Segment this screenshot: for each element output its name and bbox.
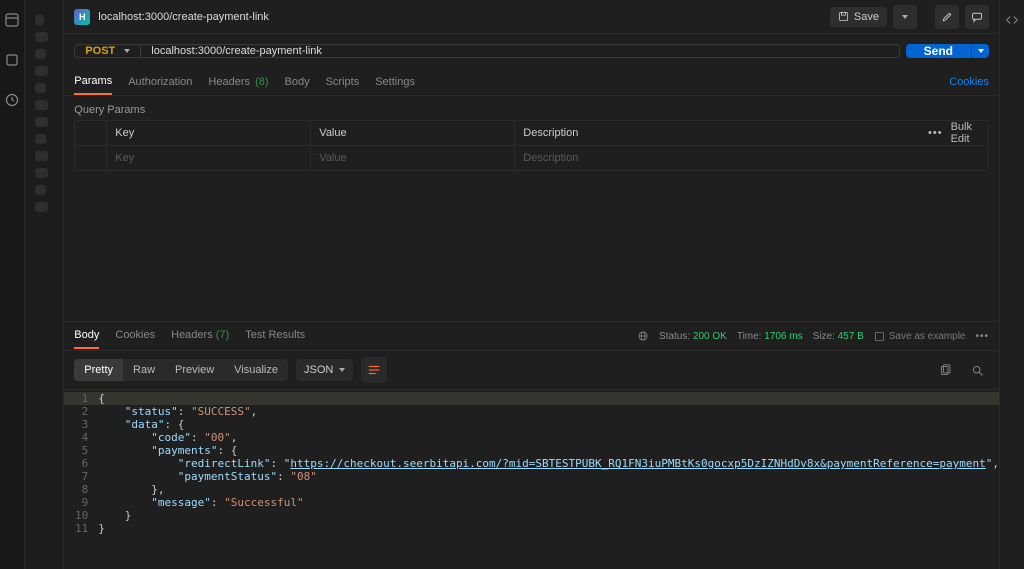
tab-authorization[interactable]: Authorization	[128, 70, 192, 94]
tab-body[interactable]: Body	[285, 70, 310, 94]
collections-icon	[4, 12, 20, 28]
comment-icon	[971, 11, 983, 23]
secondary-panel	[25, 0, 64, 569]
view-visualize[interactable]: Visualize	[224, 359, 288, 381]
view-raw[interactable]: Raw	[123, 359, 165, 381]
search-response-button[interactable]	[965, 358, 989, 382]
tab-settings[interactable]: Settings	[375, 70, 415, 94]
box-icon	[4, 52, 20, 68]
query-params-title: Query Params	[64, 96, 999, 120]
param-key-input[interactable]: Key	[107, 146, 311, 170]
col-description: Description	[515, 121, 928, 145]
param-value-input[interactable]: Value	[311, 146, 515, 170]
url-input[interactable]	[141, 45, 898, 57]
tab-headers[interactable]: Headers (8)	[208, 70, 268, 94]
resp-tab-cookies[interactable]: Cookies	[115, 323, 155, 349]
chevron-down-icon	[978, 49, 984, 53]
method-value: POST	[85, 45, 115, 57]
pencil-icon	[941, 11, 953, 23]
tab-params[interactable]: Params	[74, 69, 112, 95]
request-row: POST Send	[64, 34, 999, 68]
copy-icon	[939, 364, 952, 377]
response-header: Body Cookies Headers (7) Test Results St…	[64, 321, 999, 351]
wrap-icon	[367, 363, 381, 377]
bulk-edit-link[interactable]: Bulk Edit	[951, 121, 980, 145]
rail-collections[interactable]	[0, 8, 24, 32]
save-icon	[838, 11, 849, 22]
save-as-example-button[interactable]: Save as example	[874, 331, 966, 342]
viewer-controls: Pretty Raw Preview Visualize JSON	[64, 351, 999, 390]
save-button[interactable]: Save	[830, 7, 887, 27]
view-preview[interactable]: Preview	[165, 359, 224, 381]
tab-strip: H localhost:3000/create-payment-link Sav…	[64, 0, 999, 34]
wrap-lines-button[interactable]	[361, 357, 387, 383]
save-icon	[874, 331, 885, 342]
globe-icon	[637, 330, 649, 342]
more-icon[interactable]: •••	[928, 127, 943, 139]
search-icon	[971, 364, 984, 377]
method-select[interactable]: POST	[75, 45, 141, 57]
view-pretty[interactable]: Pretty	[74, 359, 123, 381]
resp-tab-test-results[interactable]: Test Results	[245, 323, 305, 349]
response-body-code[interactable]: 1{2 "status": "SUCCESS",3 "data": {4 "co…	[64, 390, 999, 569]
param-description-input[interactable]: Description	[515, 146, 928, 170]
query-params-table: Key Value Description ••• Bulk Edit Key …	[74, 120, 989, 171]
request-tabs: Params Authorization Headers (8) Body Sc…	[64, 68, 999, 96]
code-snippet-button[interactable]	[1000, 8, 1024, 32]
tab-scripts[interactable]: Scripts	[326, 70, 360, 94]
send-dropdown[interactable]	[971, 44, 989, 58]
save-label: Save	[854, 11, 879, 23]
rail-environments[interactable]	[0, 48, 24, 72]
edit-button[interactable]	[935, 5, 959, 29]
save-dropdown[interactable]	[893, 5, 917, 29]
tab-headers-count: (8)	[255, 76, 268, 88]
chevron-down-icon	[339, 368, 345, 372]
tab-headers-label: Headers	[208, 76, 250, 88]
send-button[interactable]: Send	[906, 44, 971, 58]
comments-button[interactable]	[965, 5, 989, 29]
right-rail	[999, 0, 1024, 569]
rail-history[interactable]	[0, 88, 24, 112]
col-value: Value	[311, 121, 515, 145]
chevron-down-icon	[124, 49, 130, 53]
left-rail	[0, 0, 25, 569]
language-select[interactable]: JSON	[296, 359, 353, 381]
tab-title: localhost:3000/create-payment-link	[98, 11, 269, 23]
resp-tab-body[interactable]: Body	[74, 323, 99, 349]
resp-tab-headers[interactable]: Headers (7)	[171, 323, 229, 349]
main-area: H localhost:3000/create-payment-link Sav…	[64, 0, 999, 569]
request-cookies-link[interactable]: Cookies	[949, 76, 989, 88]
response-more-icon[interactable]: •••	[975, 331, 989, 342]
http-badge-icon: H	[74, 9, 90, 25]
col-key: Key	[107, 121, 311, 145]
code-icon	[1005, 13, 1019, 27]
clock-icon	[4, 92, 20, 108]
chevron-down-icon	[902, 15, 908, 19]
copy-response-button[interactable]	[933, 358, 957, 382]
